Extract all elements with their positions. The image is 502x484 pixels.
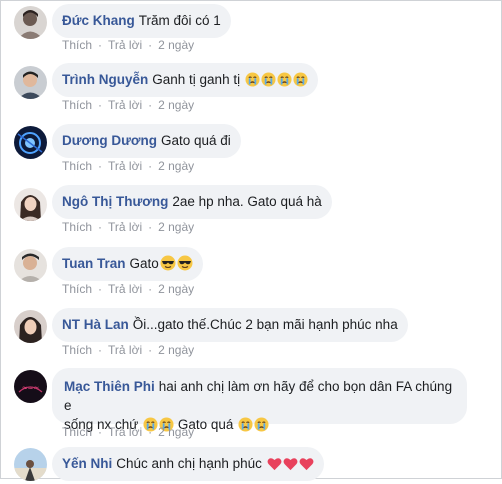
comment-text: Gato: [129, 256, 159, 271]
comment-text: Ồi...gato thế.Chúc 2 bạn mãi hạnh phúc n…: [132, 317, 398, 332]
commenter-name[interactable]: Trình Nguyễn: [62, 72, 148, 87]
avatar[interactable]: ≈≈≈: [14, 370, 47, 403]
commenter-name[interactable]: Dương Dương: [62, 133, 157, 148]
reply-link[interactable]: Trả lời: [108, 38, 142, 52]
avatar[interactable]: [14, 6, 47, 39]
crying-face-icon: [238, 417, 253, 437]
separator: ·: [148, 282, 153, 296]
separator: ·: [148, 220, 153, 234]
timestamp[interactable]: 2 ngày: [158, 159, 194, 173]
commenter-name[interactable]: Đức Khang: [62, 13, 135, 28]
comment-actions: Thích · Trả lời · 2 ngày: [62, 343, 194, 357]
comment-bubble: Dương Dương Gato quá đi: [52, 124, 241, 158]
crying-face-icon: [261, 66, 276, 100]
like-link[interactable]: Thích: [62, 98, 92, 112]
comment-text: Chúc anh chị hạnh phúc: [116, 456, 262, 471]
crying-face-icon: [254, 417, 269, 437]
separator: ·: [98, 38, 103, 52]
comment-text: Ganh tị ganh tị: [152, 72, 241, 87]
comment-actions: Thích · Trả lời · 2 ngày: [62, 98, 194, 112]
avatar[interactable]: [14, 310, 47, 343]
crying-face-icon: [245, 66, 260, 100]
comment-actions: Thích · Trả lời · 2 ngày: [62, 38, 194, 52]
commenter-name[interactable]: Yến Nhi: [62, 456, 112, 471]
comment-bubble: Tuan Tran Gato: [52, 247, 203, 281]
timestamp[interactable]: 2 ngày: [158, 98, 194, 112]
timestamp[interactable]: 2 ngày: [158, 343, 194, 357]
avatar[interactable]: [14, 249, 47, 282]
reply-link[interactable]: Trả lời: [108, 159, 142, 173]
reply-link[interactable]: Trả lời: [108, 220, 142, 234]
separator: ·: [98, 98, 103, 112]
separator: ·: [98, 220, 103, 234]
timestamp[interactable]: 2 ngày: [158, 220, 194, 234]
timestamp[interactable]: 2 ngày: [158, 425, 194, 439]
reply-link[interactable]: Trả lời: [108, 282, 142, 296]
reply-link[interactable]: Trả lời: [108, 343, 142, 357]
comment-actions: Thích · Trả lời · 2 ngày: [62, 159, 194, 173]
separator: ·: [98, 425, 103, 439]
like-link[interactable]: Thích: [62, 282, 92, 296]
comment-bubble: Mạc Thiên Phi hai anh chị làm ơn hãy để c…: [52, 368, 467, 432]
comment-text: 2ae hp nha. Gato quá hà: [172, 194, 322, 209]
comment-actions: Thích · Trả lời · 2 ngày: [62, 425, 194, 439]
like-link[interactable]: Thích: [62, 220, 92, 234]
like-link[interactable]: Thích: [62, 343, 92, 357]
like-link[interactable]: Thích: [62, 425, 92, 439]
comment-actions: Thích · Trả lời · 2 ngày: [62, 282, 194, 296]
comment-text: Trăm đôi có 1: [138, 13, 221, 28]
comment-bubble: Trình Nguyễn Ganh tị ganh tị: [52, 63, 318, 97]
separator: ·: [148, 38, 153, 52]
avatar[interactable]: [14, 66, 47, 99]
comment-bubble: Đức Khang Trăm đôi có 1: [52, 4, 231, 38]
comment-actions: Thích · Trả lời · 2 ngày: [62, 220, 194, 234]
commenter-name[interactable]: Tuan Tran: [62, 256, 126, 271]
crying-face-icon: [277, 66, 292, 100]
comment-bubble: Yến Nhi Chúc anh chị hạnh phúc: [52, 447, 324, 481]
avatar[interactable]: [14, 448, 47, 481]
sunglasses-face-icon: [177, 250, 193, 284]
crying-face-icon: [293, 66, 308, 100]
separator: ·: [98, 159, 103, 173]
commenter-name[interactable]: Ngô Thị Thương: [62, 194, 168, 209]
reply-link[interactable]: Trả lời: [108, 98, 142, 112]
timestamp[interactable]: 2 ngày: [158, 38, 194, 52]
separator: ·: [148, 343, 153, 357]
avatar[interactable]: [14, 188, 47, 221]
timestamp[interactable]: 2 ngày: [158, 282, 194, 296]
separator: ·: [148, 425, 153, 439]
commenter-name[interactable]: Mạc Thiên Phi: [64, 379, 155, 394]
separator: ·: [148, 159, 153, 173]
avatar[interactable]: [14, 126, 47, 159]
separator: ·: [98, 343, 103, 357]
comment-bubble: NT Hà Lan Ồi...gato thế.Chúc 2 bạn mãi hạ…: [52, 308, 408, 342]
like-link[interactable]: Thích: [62, 159, 92, 173]
like-link[interactable]: Thích: [62, 38, 92, 52]
separator: ·: [148, 98, 153, 112]
comment-bubble: Ngô Thị Thương 2ae hp nha. Gato quá hà: [52, 185, 332, 219]
comment-text: Gato quá đi: [160, 133, 231, 148]
separator: ·: [98, 282, 103, 296]
reply-link[interactable]: Trả lời: [108, 425, 142, 439]
sunglasses-face-icon: [160, 250, 176, 284]
commenter-name[interactable]: NT Hà Lan: [62, 317, 129, 332]
